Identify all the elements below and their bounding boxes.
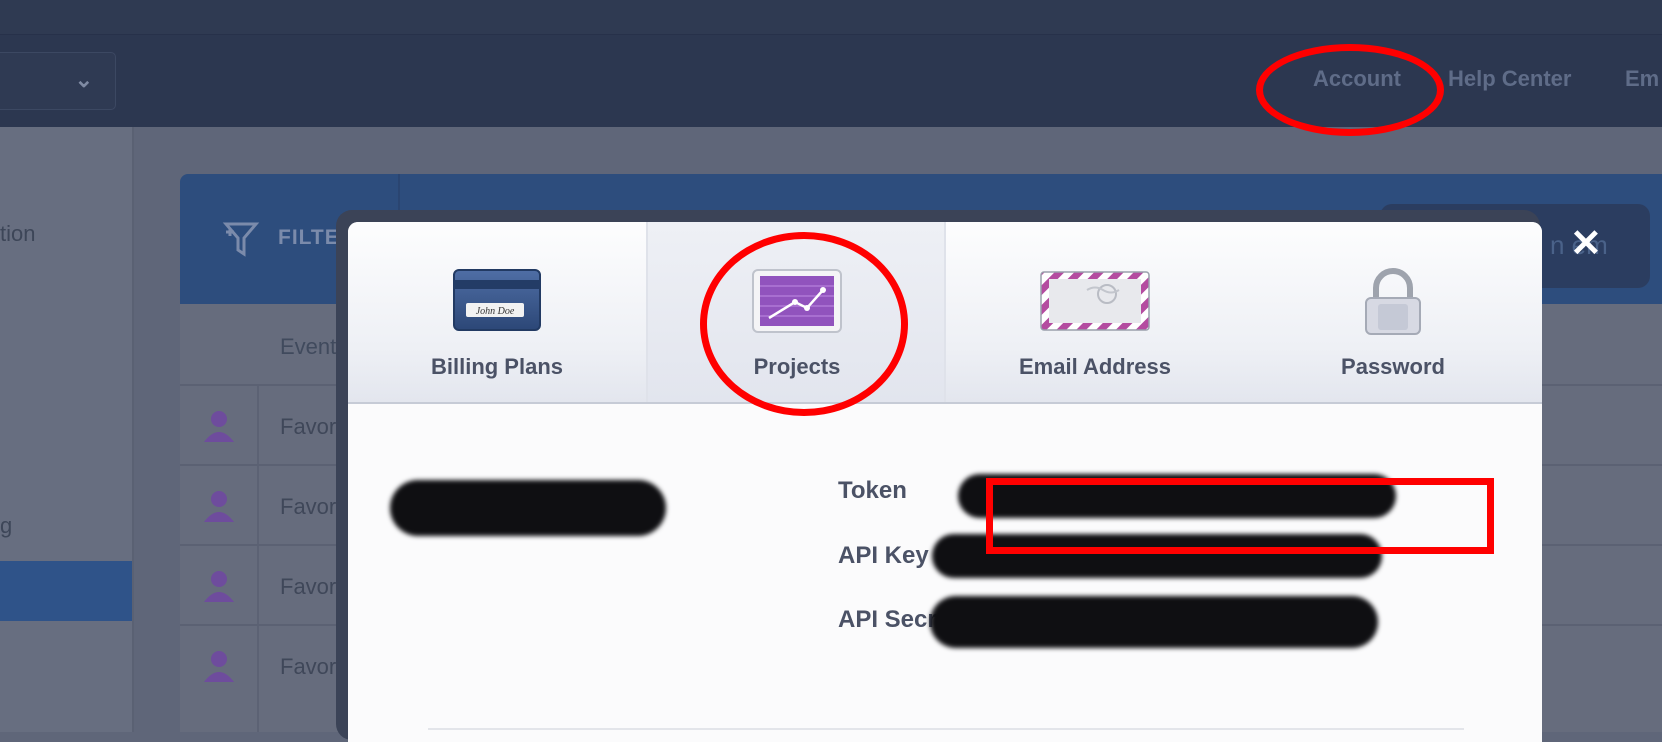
tab-billing-plans[interactable]: John Doe Billing Plans	[348, 222, 646, 402]
filters-label[interactable]: FILTE	[278, 226, 340, 250]
envelope-icon	[946, 268, 1244, 334]
user-icon	[204, 651, 234, 682]
tab-label: Email Address	[1018, 354, 1172, 379]
tab-label: Password	[1341, 354, 1445, 379]
column-header-event: Event	[280, 334, 337, 359]
chevron-down-icon: ⌄	[74, 67, 93, 92]
user-icon	[204, 491, 234, 522]
api-secret-value-redacted[interactable]	[930, 596, 1378, 648]
card-name-text: John Doe	[476, 306, 515, 317]
sidebar-item-partial[interactable]: tion	[0, 221, 35, 247]
project-select[interactable]: ⌄	[0, 52, 116, 110]
user-icon	[204, 571, 234, 602]
row-event: Favor	[280, 574, 337, 599]
close-icon[interactable]: ✕	[1570, 225, 1602, 263]
top-strip	[0, 0, 1662, 35]
annotation-box-token	[986, 478, 1494, 554]
sidebar: tion g	[0, 127, 134, 732]
user-icon	[204, 411, 234, 442]
modal-tab-bar: John Doe Billing Plans Projects Email Ad…	[348, 222, 1542, 404]
nav-link-email[interactable]: Em	[1625, 66, 1659, 92]
sidebar-item-partial-2[interactable]: g	[0, 513, 12, 539]
row-event: Favor	[280, 654, 337, 679]
api-key-label: API Key	[838, 542, 929, 569]
sidebar-item-active[interactable]	[0, 561, 132, 621]
nav-link-help-center[interactable]: Help Center	[1448, 66, 1571, 92]
filter-icon	[222, 222, 260, 257]
tab-label: Billing Plans	[430, 354, 564, 379]
credit-card-icon: John Doe	[348, 268, 646, 334]
lock-icon	[1244, 268, 1542, 338]
token-label: Token	[838, 477, 907, 504]
modal-divider	[428, 728, 1464, 730]
annotation-circle-projects	[700, 232, 908, 416]
row-event: Favor	[280, 494, 337, 519]
project-name-redacted	[390, 480, 666, 536]
annotation-circle-account	[1256, 44, 1444, 136]
tab-email-address[interactable]: Email Address	[946, 222, 1244, 402]
tab-password[interactable]: Password	[1244, 222, 1542, 402]
row-event: Favor	[280, 414, 337, 439]
